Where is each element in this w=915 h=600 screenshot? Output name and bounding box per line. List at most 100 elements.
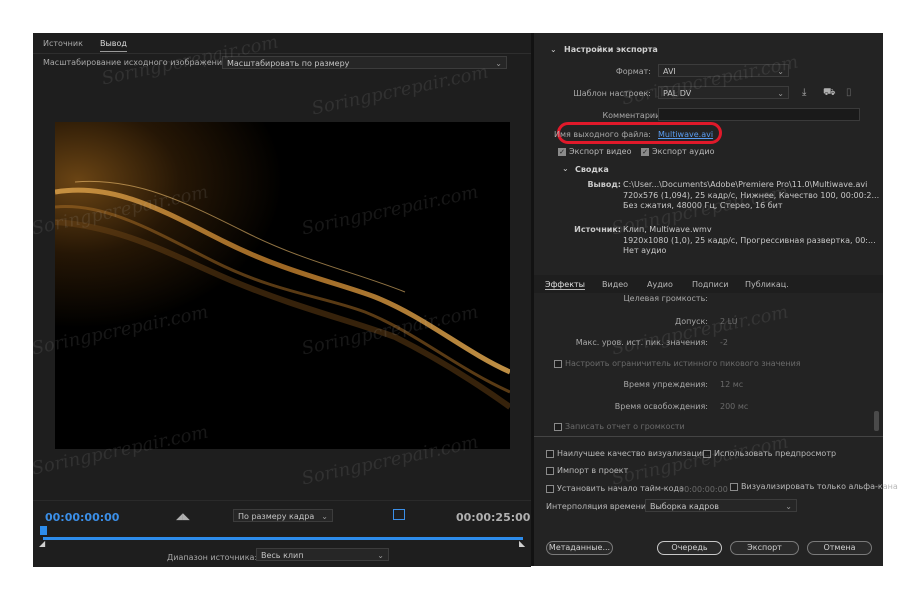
divider <box>534 436 883 437</box>
export-button[interactable]: Экспорт <box>730 541 799 555</box>
max-peak-label: Макс. уров. ист. пик. значения: <box>575 338 708 347</box>
limiter-label: Настроить ограничитель истинного пиковог… <box>565 359 801 368</box>
current-timecode[interactable]: 00:00:00:00 <box>45 511 119 524</box>
cancel-button[interactable]: Отмена <box>807 541 872 555</box>
write-report-label: Записать отчет о громкости <box>565 422 685 431</box>
interp-dropdown[interactable]: Выборка кадров ⌄ <box>645 499 797 512</box>
preset-label: Шаблон настроек: <box>573 89 651 98</box>
section-toggle-icon[interactable]: ⌄ <box>550 45 557 54</box>
max-quality-checkbox[interactable]: Наилучшее качество визуализации <box>546 449 707 458</box>
tab-audio[interactable]: Аудио <box>647 280 673 289</box>
source-range-label: Диапазон источника: <box>167 553 258 562</box>
export-video-checkbox[interactable]: Экспорт видео <box>558 147 631 156</box>
export-audio-label: Экспорт аудио <box>652 147 715 156</box>
max-quality-label: Наилучшее качество визуализации <box>557 449 708 458</box>
crop-icon[interactable] <box>393 509 405 520</box>
tab-output[interactable]: Вывод <box>100 39 127 52</box>
scaling-dropdown[interactable]: Масштабировать по размеру ⌄ <box>222 56 507 69</box>
fit-value: По размеру кадра <box>238 512 315 521</box>
set-timecode-label: Установить начало тайм-кода <box>557 484 684 493</box>
settings-tabs: Эффекты Видео Аудио Подписи Публикац. <box>534 275 883 293</box>
limiter-checkbox[interactable]: Настроить ограничитель истинного пиковог… <box>554 359 801 368</box>
fit-dropdown[interactable]: По размеру кадра ⌄ <box>233 509 333 522</box>
timeline-bar[interactable] <box>43 537 523 540</box>
export-audio-checkbox[interactable]: Экспорт аудио <box>641 147 714 156</box>
scaling-label: Масштабирование исходного изображения: <box>43 58 230 67</box>
preset-dropdown[interactable]: PAL DV ⌄ <box>658 86 789 99</box>
alpha-only-label: Визуализировать только альфа-кана <box>741 482 898 491</box>
scaling-row: Масштабирование исходного изображения: М… <box>33 53 531 74</box>
chevron-down-icon: ⌄ <box>785 502 792 511</box>
output-line: C:\User...\Documents\Adobe\Premiere Pro\… <box>623 180 868 189</box>
checkbox-icon <box>730 482 738 491</box>
lookahead-value[interactable]: 12 мс <box>720 380 743 389</box>
chevron-down-icon: ⌄ <box>377 551 384 560</box>
output-name-link[interactable]: Multiwave.avi <box>658 130 713 139</box>
timeline-controls: 00:00:00:00 ◢◣ По размеру кадра ⌄ 00:00:… <box>33 500 531 567</box>
effects-panel: Целевая громкость: Допуск: 2 LU Макс. ур… <box>534 293 883 435</box>
comment-label: Комментарии: <box>602 111 663 120</box>
checkbox-icon <box>641 147 649 156</box>
preview-tabs: Источник Вывод <box>33 33 531 53</box>
tolerance-value[interactable]: 2 LU <box>720 317 738 326</box>
lookahead-label: Время упреждения: <box>623 380 708 389</box>
out-point-icon[interactable]: ◣ <box>519 539 525 548</box>
preview-frame-image <box>55 122 510 449</box>
checkbox-icon <box>546 466 554 475</box>
tab-video[interactable]: Видео <box>602 280 628 289</box>
write-report-checkbox[interactable]: Записать отчет о громкости <box>554 422 685 431</box>
mark-in-out-icon[interactable]: ◢◣ <box>176 512 190 522</box>
source-line: Клип, Multiwave.wmv <box>623 225 712 234</box>
in-point-icon[interactable]: ◢ <box>39 539 45 548</box>
source-range-dropdown[interactable]: Весь клип ⌄ <box>256 548 389 561</box>
chevron-down-icon: ⌄ <box>495 59 502 68</box>
scrollbar-thumb[interactable] <box>874 411 879 431</box>
export-settings-title: Настройки экспорта <box>564 45 658 54</box>
checkbox-icon <box>554 359 562 368</box>
max-peak-value[interactable]: -2 <box>720 338 728 347</box>
format-label: Формат: <box>615 67 651 76</box>
metadata-button[interactable]: Метаданные... <box>546 541 613 555</box>
release-value[interactable]: 200 мс <box>720 402 748 411</box>
use-previews-checkbox[interactable]: Использовать предпросмотр <box>703 449 836 458</box>
comment-input[interactable] <box>658 108 860 121</box>
source-line: 1920x1080 (1,0), 25 кадр/с, Прогрессивна… <box>623 236 876 245</box>
interp-label: Интерполяция времени: <box>546 502 649 511</box>
summary-toggle-icon[interactable]: ⌄ <box>562 164 569 173</box>
playhead-handle[interactable] <box>40 526 47 535</box>
tab-captions[interactable]: Подписи <box>692 280 728 289</box>
tolerance-label: Допуск: <box>674 317 708 326</box>
chevron-down-icon: ⌄ <box>777 89 784 98</box>
set-timecode-checkbox[interactable]: Установить начало тайм-кода <box>546 484 684 493</box>
checkbox-icon <box>554 422 562 431</box>
queue-button[interactable]: Очередь <box>657 541 722 555</box>
output-line: Без сжатия, 48000 Гц, Стерео, 16 бит <box>623 201 783 210</box>
tab-publish[interactable]: Публикац. <box>745 280 789 289</box>
format-dropdown[interactable]: AVI ⌄ <box>658 64 789 77</box>
export-settings-dialog: Источник Вывод Масштабирование исходного… <box>33 33 898 567</box>
export-video-label: Экспорт видео <box>569 147 632 156</box>
source-key: Источник: <box>574 225 621 234</box>
tab-effects[interactable]: Эффекты <box>545 280 585 290</box>
alpha-only-checkbox[interactable]: Визуализировать только альфа-кана <box>730 482 898 491</box>
timecode-value[interactable]: 00:00:00:00 <box>679 485 728 494</box>
video-preview <box>55 122 510 449</box>
import-project-label: Импорт в проект <box>557 466 629 475</box>
source-line: Нет аудио <box>623 246 667 255</box>
tab-source[interactable]: Источник <box>43 39 83 48</box>
save-preset-icon[interactable]: ⤓ <box>802 87 806 98</box>
output-line: 720x576 (1,094), 25 кадр/с, Нижнее, Каче… <box>623 191 880 200</box>
chevron-down-icon: ⌄ <box>321 512 328 521</box>
release-label: Время освобождения: <box>614 402 708 411</box>
source-range-value: Весь клип <box>261 551 304 560</box>
duration-timecode: 00:00:25:00 <box>456 511 531 524</box>
import-project-checkbox[interactable]: Импорт в проект <box>546 466 628 475</box>
pane-splitter[interactable] <box>531 33 534 566</box>
interp-value: Выборка кадров <box>650 502 719 511</box>
delete-preset-icon[interactable]: ▯ <box>846 87 852 98</box>
target-loudness-label: Целевая громкость: <box>623 294 708 303</box>
summary-title: Сводка <box>575 165 609 174</box>
import-preset-icon[interactable]: ⛟ <box>823 87 836 100</box>
output-key: Вывод: <box>587 180 621 189</box>
scaling-value: Масштабировать по размеру <box>227 59 350 68</box>
